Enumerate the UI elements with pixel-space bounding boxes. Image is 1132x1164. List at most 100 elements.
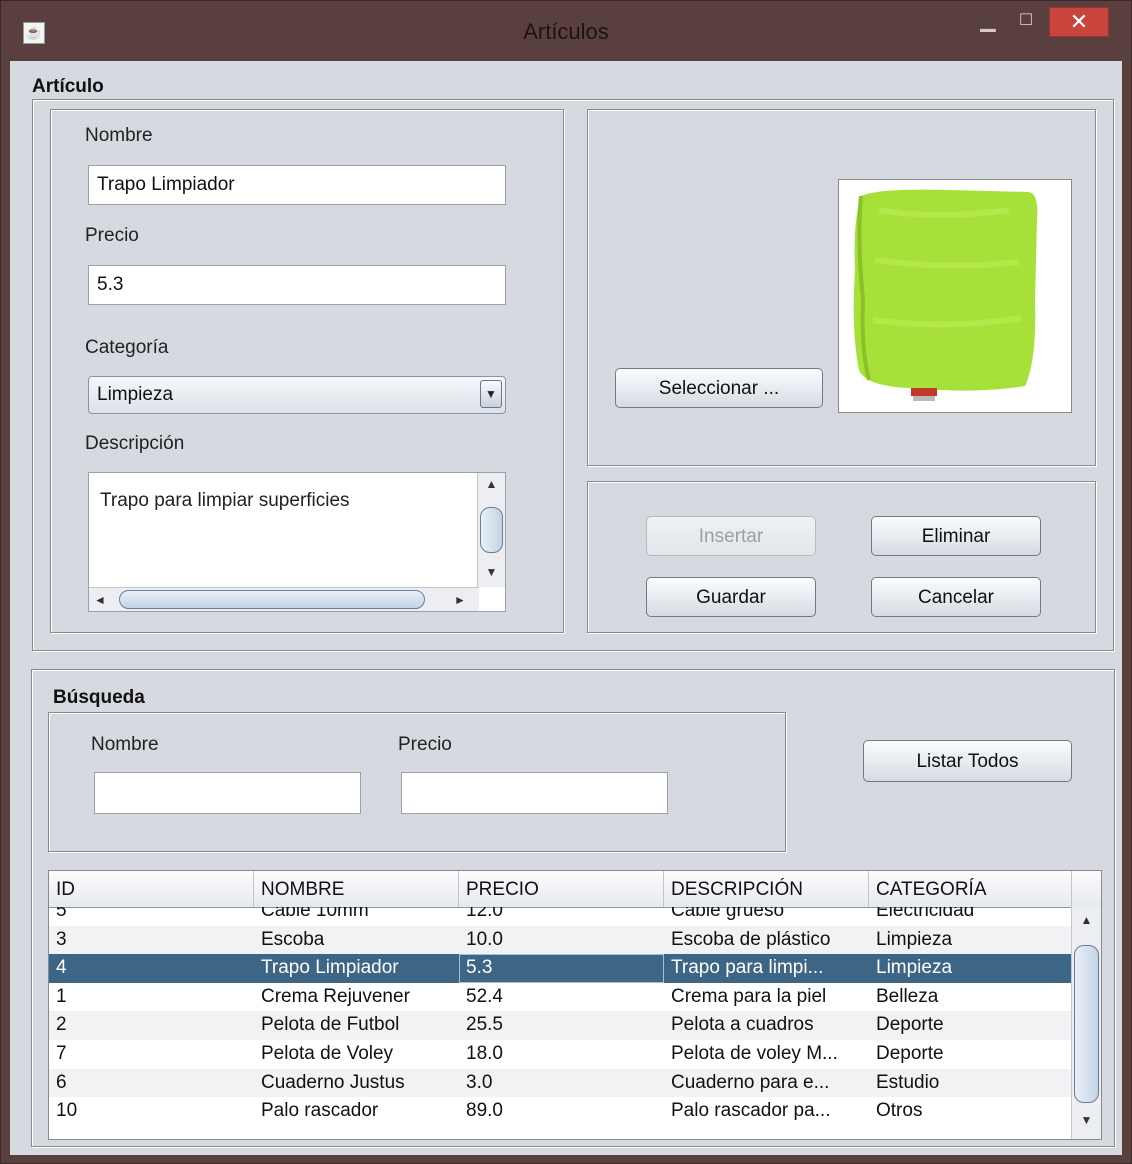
col-header-precio[interactable]: PRECIO <box>459 871 664 907</box>
cell-precio: 12.0 <box>466 907 503 921</box>
descripcion-text: Trapo para limpiar superficies <box>100 490 350 511</box>
busqueda-precio-label: Precio <box>398 734 452 755</box>
categoria-label: Categoría <box>85 337 169 358</box>
table-row[interactable]: 2 Pelota de Futbol 25.5 Pelota a cuadros… <box>49 1011 1071 1040</box>
listar-todos-button[interactable]: Listar Todos <box>863 740 1072 782</box>
cell-categoria: Electricidad <box>876 907 975 921</box>
arrow-down-icon[interactable]: ▼ <box>1072 1113 1101 1127</box>
cell-categoria: Limpieza <box>876 957 953 979</box>
cell-descripcion: Crema para la piel <box>671 985 827 1007</box>
cell-descripcion: Pelota de voley M... <box>671 1043 838 1064</box>
article-image <box>838 179 1072 413</box>
cell-id: 3 <box>56 928 67 950</box>
cell-categoria: Limpieza <box>876 928 953 950</box>
cell-categoria: Deporte <box>876 1014 944 1036</box>
cell-id: 7 <box>56 1043 67 1064</box>
arrow-left-icon[interactable]: ◄ <box>93 593 107 607</box>
cell-nombre: Cuaderno Justus <box>261 1071 405 1093</box>
cell-precio: 3.0 <box>466 1071 493 1093</box>
descripcion-hscrollbar[interactable]: ◄ ► <box>89 587 479 611</box>
cancelar-button[interactable]: Cancelar <box>871 577 1041 617</box>
categoria-select[interactable]: Limpieza ▼ <box>88 376 506 414</box>
close-icon[interactable]: ✕ <box>1049 7 1109 37</box>
cell-nombre: Crema Rejuvener <box>261 985 410 1007</box>
client-area: Artículo Nombre Trapo Limpiador Precio 5… <box>10 61 1122 1155</box>
cell-categoria: Deporte <box>876 1043 944 1064</box>
cell-descripcion: Pelota a cuadros <box>671 1014 814 1036</box>
arrow-right-icon[interactable]: ► <box>453 593 467 607</box>
cell-id: 6 <box>56 1071 67 1093</box>
window-title: Artículos <box>523 19 609 44</box>
cell-precio: 25.5 <box>466 1014 503 1036</box>
busqueda-section-title: Búsqueda <box>53 687 145 708</box>
col-header-descripcion[interactable]: DESCRIPCIÓN <box>664 871 869 907</box>
table-row[interactable]: 3 Escoba 10.0 Escoba de plástico Limpiez… <box>49 925 1071 955</box>
precio-field[interactable]: 5.3 <box>88 265 506 305</box>
arrow-up-icon[interactable]: ▲ <box>1072 913 1101 927</box>
table-header: ID NOMBRE PRECIO DESCRIPCIÓN CATEGORÍA <box>49 871 1101 908</box>
cell-descripcion: Cable grueso <box>671 907 785 921</box>
cell-nombre: Palo rascador <box>261 1100 379 1122</box>
nombre-label: Nombre <box>85 125 153 146</box>
cell-descripcion: Trapo para limpi... <box>671 957 824 979</box>
cell-categoria: Belleza <box>876 985 939 1007</box>
table-row-selected[interactable]: 4 Trapo Limpiador 5.3 Trapo para limpi..… <box>49 954 1071 983</box>
descripcion-vscrollbar[interactable]: ▲ ▼ <box>477 473 505 587</box>
eliminar-button[interactable]: Eliminar <box>871 516 1041 556</box>
cell-nombre: Escoba <box>261 928 325 950</box>
table-vscrollbar[interactable]: ▲ ▼ <box>1071 907 1101 1139</box>
insertar-button[interactable]: Insertar <box>646 516 816 556</box>
precio-label: Precio <box>85 225 139 246</box>
arrow-down-icon[interactable]: ▼ <box>478 565 505 579</box>
col-header-categoria[interactable]: CATEGORÍA <box>869 871 1072 907</box>
cell-nombre: Trapo Limpiador <box>261 957 399 979</box>
table-row[interactable]: 10 Palo rascador 89.0 Palo rascador pa..… <box>49 1097 1071 1126</box>
cell-id: 4 <box>56 957 67 979</box>
cell-id: 10 <box>56 1100 78 1122</box>
cell-id: 2 <box>56 1014 67 1036</box>
descripcion-textarea[interactable]: Trapo para limpiar superficies ▲ ▼ ◄ ► <box>88 472 506 612</box>
table-vscroll-thumb[interactable] <box>1074 945 1099 1103</box>
cell-id: 1 <box>56 985 67 1007</box>
cell-descripcion: Cuaderno para e... <box>671 1071 830 1093</box>
table-row[interactable]: 7 Pelota de Voley 18.0 Pelota de voley M… <box>49 1040 1071 1069</box>
title-bar[interactable]: ☕ Artículos ▁ ☐ ✕ <box>1 1 1131 61</box>
categoria-selected-value: Limpieza <box>97 384 174 405</box>
cell-precio: 89.0 <box>466 1100 503 1122</box>
cell-descripcion: Palo rascador pa... <box>671 1100 831 1122</box>
maximize-icon[interactable]: ☐ <box>1011 7 1041 37</box>
descripcion-label: Descripción <box>85 433 185 454</box>
cell-categoria: Otros <box>876 1100 923 1122</box>
nombre-field[interactable]: Trapo Limpiador <box>88 165 506 205</box>
articulo-section-title: Artículo <box>32 76 104 97</box>
cell-nombre: Pelota de Voley <box>261 1043 394 1064</box>
select-image-button[interactable]: Seleccionar ... <box>615 368 823 408</box>
busqueda-nombre-field[interactable] <box>94 772 361 814</box>
arrow-up-icon[interactable]: ▲ <box>478 477 505 491</box>
table-row[interactable]: 5 Cable 10mm 12.0 Cable grueso Electrici… <box>49 907 1071 926</box>
descripcion-hscroll-thumb[interactable] <box>119 590 425 609</box>
towel-image <box>853 189 1038 401</box>
cell-id: 5 <box>56 907 67 921</box>
table-row[interactable]: 6 Cuaderno Justus 3.0 Cuaderno para e...… <box>49 1068 1071 1098</box>
busqueda-nombre-label: Nombre <box>91 734 159 755</box>
table-row[interactable]: 1 Crema Rejuvener 52.4 Crema para la pie… <box>49 983 1071 1012</box>
guardar-button[interactable]: Guardar <box>646 577 816 617</box>
articles-table[interactable]: ID NOMBRE PRECIO DESCRIPCIÓN CATEGORÍA 5… <box>48 870 1102 1140</box>
busqueda-precio-field[interactable] <box>401 772 668 814</box>
cell-nombre: Pelota de Futbol <box>261 1014 400 1036</box>
cell-precio: 18.0 <box>466 1043 503 1064</box>
col-header-id[interactable]: ID <box>49 871 254 907</box>
cell-descripcion: Escoba de plástico <box>671 928 831 950</box>
window: ☕ Artículos ▁ ☐ ✕ Artículo Nombre Trapo … <box>0 0 1132 1164</box>
descripcion-vscroll-thumb[interactable] <box>480 507 503 553</box>
chevron-down-icon[interactable]: ▼ <box>480 380 502 408</box>
cell-precio: 10.0 <box>466 928 503 950</box>
table-body: 5 Cable 10mm 12.0 Cable grueso Electrici… <box>49 907 1071 1139</box>
cell-categoria: Estudio <box>876 1071 940 1093</box>
col-header-nombre[interactable]: NOMBRE <box>254 871 459 907</box>
cell-precio: 5.3 <box>459 954 664 983</box>
cell-precio: 52.4 <box>466 985 503 1007</box>
minimize-icon[interactable]: ▁ <box>973 7 1003 37</box>
cell-nombre: Cable 10mm <box>261 907 369 921</box>
